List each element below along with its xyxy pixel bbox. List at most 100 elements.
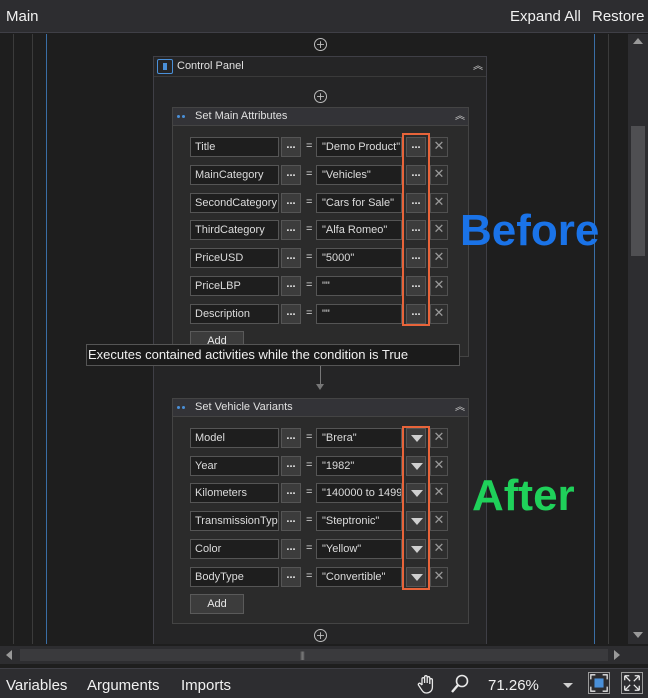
scroll-corner bbox=[628, 646, 648, 664]
delete-row-icon[interactable]: ✕ bbox=[430, 193, 448, 213]
zoom-search-icon[interactable] bbox=[449, 673, 471, 695]
delete-row-icon[interactable]: ✕ bbox=[430, 248, 448, 268]
variant-name-field[interactable]: BodyType bbox=[190, 567, 279, 587]
equals-sign: = bbox=[306, 251, 313, 263]
variant-name-field[interactable]: Year bbox=[190, 456, 279, 476]
variant-value-field[interactable]: "Brera" bbox=[316, 428, 402, 448]
attribute-name-field[interactable]: ThirdCategory bbox=[190, 220, 279, 240]
name-ellipsis-button[interactable]: ... bbox=[281, 511, 301, 531]
name-ellipsis-button[interactable]: ... bbox=[281, 567, 301, 587]
delete-row-icon[interactable]: ✕ bbox=[430, 428, 448, 448]
variant-name-field[interactable]: Model bbox=[190, 428, 279, 448]
delete-row-icon[interactable]: ✕ bbox=[430, 567, 448, 587]
name-ellipsis-button[interactable]: ... bbox=[281, 220, 301, 240]
variant-name-field[interactable]: Kilometers bbox=[190, 483, 279, 503]
name-ellipsis-button[interactable]: ... bbox=[281, 483, 301, 503]
horizontal-scroll-thumb[interactable] bbox=[20, 649, 608, 661]
attribute-value-field[interactable]: "5000" bbox=[316, 248, 402, 268]
delete-row-icon[interactable]: ✕ bbox=[430, 137, 448, 157]
vertical-scroll-thumb[interactable] bbox=[631, 126, 645, 256]
control-panel-header[interactable]: Control Panel ︽ bbox=[154, 57, 486, 77]
set-main-attributes-title: Set Main Attributes bbox=[195, 110, 288, 122]
equals-sign: = bbox=[306, 431, 313, 443]
expand-all-button[interactable]: Expand All bbox=[510, 8, 581, 25]
scroll-down-icon[interactable] bbox=[633, 632, 643, 638]
imports-tab[interactable]: Imports bbox=[181, 677, 231, 694]
attribute-value-field[interactable]: "Vehicles" bbox=[316, 165, 402, 185]
variant-value-field[interactable]: "140000 to 1499 bbox=[316, 483, 402, 503]
horizontal-scrollbar[interactable]: ||| bbox=[0, 646, 628, 664]
variant-value-field[interactable]: "Convertible" bbox=[316, 567, 402, 587]
add-variant-button[interactable]: Add bbox=[190, 594, 244, 614]
collapse-icon[interactable]: ︽ bbox=[471, 60, 485, 74]
name-ellipsis-button[interactable]: ... bbox=[281, 539, 301, 559]
name-ellipsis-button[interactable]: ... bbox=[281, 456, 301, 476]
attribute-name-field[interactable]: SecondCategory bbox=[190, 193, 279, 213]
variant-value-field[interactable]: "Steptronic" bbox=[316, 511, 402, 531]
name-ellipsis-button[interactable]: ... bbox=[281, 304, 301, 324]
attribute-value-field[interactable]: "Cars for Sale" bbox=[316, 193, 402, 213]
name-ellipsis-button[interactable]: ... bbox=[281, 193, 301, 213]
name-ellipsis-button[interactable]: ... bbox=[281, 428, 301, 448]
attribute-value-field[interactable]: "" bbox=[316, 276, 402, 296]
before-label: Before bbox=[460, 206, 600, 255]
delete-row-icon[interactable]: ✕ bbox=[430, 539, 448, 559]
full-screen-icon[interactable] bbox=[621, 672, 643, 694]
set-vehicle-variants-title: Set Vehicle Variants bbox=[195, 401, 293, 413]
delete-row-icon[interactable]: ✕ bbox=[430, 511, 448, 531]
variant-value-field[interactable]: "1982" bbox=[316, 456, 402, 476]
delete-row-icon[interactable]: ✕ bbox=[430, 276, 448, 296]
collapse-icon[interactable]: ︽ bbox=[453, 401, 467, 415]
before-highlight-box bbox=[402, 133, 430, 326]
name-ellipsis-button[interactable]: ... bbox=[281, 276, 301, 296]
restore-button[interactable]: Restore bbox=[592, 8, 645, 25]
attribute-value-field[interactable]: "" bbox=[316, 304, 402, 324]
attribute-name-field[interactable]: PriceUSD bbox=[190, 248, 279, 268]
name-ellipsis-button[interactable]: ... bbox=[281, 165, 301, 185]
delete-row-icon[interactable]: ✕ bbox=[430, 220, 448, 240]
workflow-title: Main bbox=[6, 8, 39, 25]
variant-value-field[interactable]: "Yellow" bbox=[316, 539, 402, 559]
assign-icon bbox=[177, 404, 189, 411]
designer-footer: Variables Arguments Imports 71.26% bbox=[0, 668, 648, 698]
delete-row-icon[interactable]: ✕ bbox=[430, 165, 448, 185]
zoom-dropdown-icon[interactable] bbox=[563, 683, 573, 688]
add-activity-plus-icon[interactable]: + bbox=[314, 90, 327, 103]
collapse-icon[interactable]: ︽ bbox=[453, 110, 467, 124]
set-vehicle-variants-header[interactable]: Set Vehicle Variants ︽ bbox=[173, 399, 468, 417]
hand-pan-icon[interactable] bbox=[416, 673, 438, 695]
tooltip: Executes contained activities while the … bbox=[86, 344, 460, 366]
assign-icon bbox=[177, 113, 189, 120]
attribute-value-field[interactable]: "Alfa Romeo" bbox=[316, 220, 402, 240]
variables-tab[interactable]: Variables bbox=[6, 677, 67, 694]
attribute-name-field[interactable]: Description bbox=[190, 304, 279, 324]
scroll-left-icon[interactable] bbox=[6, 650, 12, 660]
attribute-name-field[interactable]: Title bbox=[190, 137, 279, 157]
scroll-up-icon[interactable] bbox=[633, 38, 643, 44]
scroll-grip-icon: ||| bbox=[300, 650, 305, 660]
attribute-value-field[interactable]: "Demo Product" bbox=[316, 137, 402, 157]
equals-sign: = bbox=[306, 140, 313, 152]
guide-line bbox=[46, 34, 47, 644]
attribute-name-field[interactable]: MainCategory bbox=[190, 165, 279, 185]
arguments-tab[interactable]: Arguments bbox=[87, 677, 160, 694]
fit-screen-icon[interactable] bbox=[588, 672, 610, 694]
variant-name-field[interactable]: Color bbox=[190, 539, 279, 559]
add-activity-plus-icon[interactable]: + bbox=[314, 38, 327, 51]
add-activity-plus-icon[interactable]: + bbox=[314, 629, 327, 642]
attribute-name-field[interactable]: PriceLBP bbox=[190, 276, 279, 296]
equals-sign: = bbox=[306, 307, 313, 319]
equals-sign: = bbox=[306, 459, 313, 471]
name-ellipsis-button[interactable]: ... bbox=[281, 137, 301, 157]
scroll-right-icon[interactable] bbox=[614, 650, 620, 660]
zoom-level[interactable]: 71.26% bbox=[488, 677, 539, 694]
vertical-scrollbar[interactable] bbox=[628, 34, 648, 644]
name-ellipsis-button[interactable]: ... bbox=[281, 248, 301, 268]
equals-sign: = bbox=[306, 223, 313, 235]
delete-row-icon[interactable]: ✕ bbox=[430, 483, 448, 503]
delete-row-icon[interactable]: ✕ bbox=[430, 456, 448, 476]
variant-name-field[interactable]: TransmissionType bbox=[190, 511, 279, 531]
set-main-attributes-header[interactable]: Set Main Attributes ︽ bbox=[173, 108, 468, 126]
control-panel-title: Control Panel bbox=[177, 60, 244, 72]
delete-row-icon[interactable]: ✕ bbox=[430, 304, 448, 324]
